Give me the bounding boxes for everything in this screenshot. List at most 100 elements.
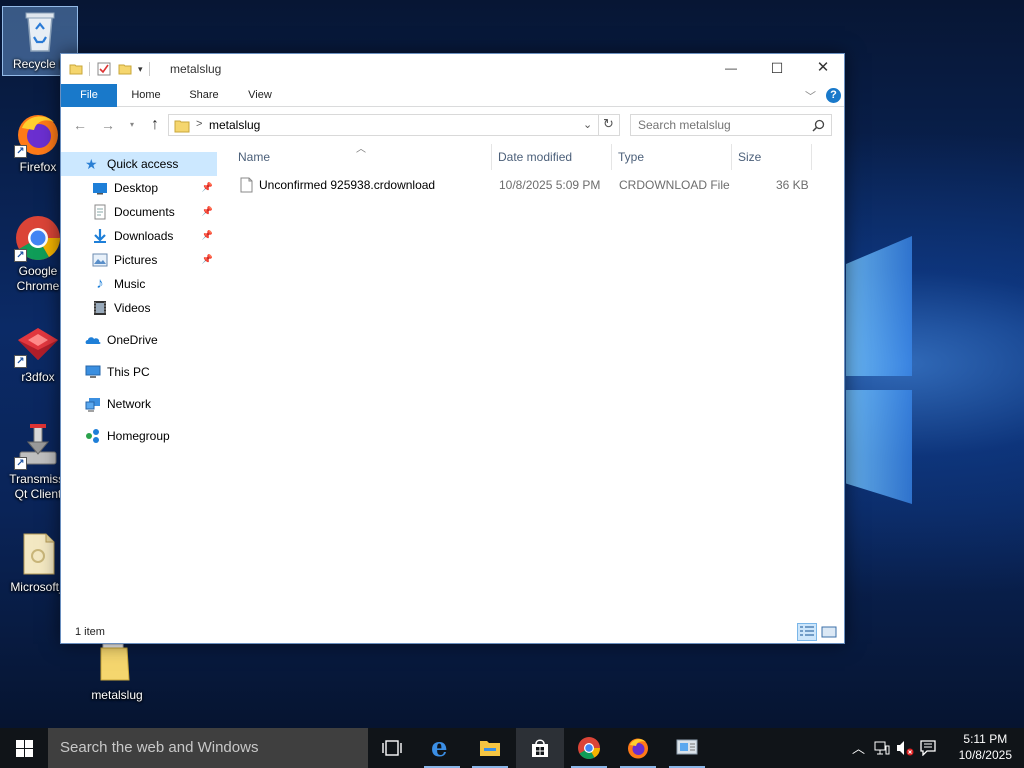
taskbar-app-control-panel[interactable] [663,728,711,768]
onedrive-icon [85,332,101,348]
column-header-date-modified[interactable]: Date modified [492,144,612,170]
clock[interactable]: 5:11 PM 10/8/2025 [959,731,1012,763]
desktop-icon-label: Firefox [19,160,57,174]
properties-icon[interactable] [96,61,112,77]
document-icon [14,530,62,578]
system-tray: ︿ 5:11 PM 10/8/2025 [844,728,1024,768]
pin-icon[interactable]: 📌 [202,254,213,265]
nav-desktop[interactable]: Desktop 📌 [61,176,217,200]
shortcut-arrow-icon: ↗ [14,355,27,368]
column-header-type[interactable]: Type [612,144,732,170]
tab-share[interactable]: Share [181,84,227,107]
file-row[interactable]: Unconfirmed 925938.crdownload 10/8/2025 … [232,174,832,196]
nav-music[interactable]: ♪ Music [61,272,217,296]
search-box[interactable] [630,114,832,136]
nav-item-label: Desktop [114,181,159,195]
taskbar-app-file-explorer[interactable] [466,728,514,768]
taskbar-app-store[interactable] [516,728,564,768]
task-view-button[interactable] [368,728,416,768]
network-icon [85,396,101,412]
expand-ribbon-icon[interactable]: ﹀ [805,88,816,104]
computer-icon [85,364,101,380]
file-icon [240,177,253,193]
breadcrumb-separator[interactable]: > [196,118,202,130]
nav-network[interactable]: Network [61,392,217,416]
pin-icon[interactable]: 📌 [202,206,213,217]
downloads-icon [92,228,108,244]
show-hidden-icons-icon[interactable]: ︿ [852,738,865,757]
clock-date: 10/8/2025 [958,748,1012,762]
nav-onedrive[interactable]: OneDrive [61,328,217,352]
network-status-icon[interactable] [874,740,890,756]
action-center-icon[interactable] [920,740,936,756]
taskbar-app-firefox[interactable] [614,728,662,768]
breadcrumb-current[interactable]: metalslug [209,118,260,132]
r3dfox-icon: ↗ [14,320,62,368]
nav-pictures[interactable]: Pictures 📌 [61,248,217,272]
large-icons-view-icon [821,626,837,638]
column-header-name[interactable]: Name [232,144,492,170]
column-header-size[interactable]: Size [732,144,812,170]
file-name: Unconfirmed 925938.crdownload [259,178,436,192]
nav-downloads[interactable]: Downloads 📌 [61,224,217,248]
close-button[interactable]: ✕ [800,54,846,84]
taskbar-app-edge[interactable]: e [418,728,466,768]
nav-item-label: Quick access [107,157,179,171]
tab-view[interactable]: View [237,84,283,107]
maximize-button[interactable]: ☐ [754,54,800,84]
taskbar-app-chrome[interactable] [565,728,613,768]
taskbar-search-box[interactable]: Search the web and Windows [48,728,368,768]
title-bar[interactable]: ▾ metalslug — ☐ ✕ [61,54,844,84]
recent-locations-button[interactable]: ▾ [123,116,141,134]
minimize-button[interactable]: — [708,54,754,84]
address-bar[interactable]: > metalslug ⌄ ↻ [168,114,620,136]
nav-this-pc[interactable]: This PC [61,360,217,384]
volume-muted-icon[interactable] [896,740,914,756]
nav-homegroup[interactable]: Homegroup [61,424,217,448]
up-button[interactable]: ↑ [146,116,164,134]
back-button[interactable]: ← [71,116,89,134]
firefox-icon: ↗ [14,110,62,158]
refresh-button[interactable]: ↻ [598,114,620,136]
pin-icon[interactable]: 📌 [202,230,213,241]
folder-icon [69,64,83,75]
nav-item-label: Pictures [114,253,158,267]
quick-access-toolbar: ▾ [69,60,150,78]
address-row: ← → ▾ ↑ > metalslug ⌄ ↻ [61,112,844,138]
desktop-icon-metalslug[interactable]: metalslug [79,638,155,703]
forward-button[interactable]: → [99,116,117,134]
tab-file[interactable]: File [61,84,117,107]
clock-time: 5:11 PM [963,732,1008,746]
large-icons-view-button[interactable] [819,623,839,641]
new-folder-icon[interactable] [118,62,132,76]
nav-videos[interactable]: Videos [61,296,217,320]
ribbon-tabs: File Home Share View ﹀ ? [61,84,844,107]
pin-icon[interactable]: 📌 [202,182,213,193]
search-icon [812,119,825,132]
separator [89,62,90,76]
chrome-icon: ↗ [14,214,62,262]
file-type: CRDOWNLOAD File [619,178,730,192]
pictures-icon [92,252,108,268]
wallpaper-logo [846,236,912,376]
search-input[interactable] [638,115,808,135]
nav-item-label: Music [114,277,146,291]
tab-home[interactable]: Home [123,84,169,107]
homegroup-icon [85,428,101,444]
desktop-icon-label: Microsoft_ [10,580,66,594]
refresh-icon: ↻ [603,116,614,131]
window-title: metalslug [170,62,222,76]
details-view-button[interactable] [797,623,817,641]
address-dropdown-icon[interactable]: ⌄ [583,118,592,131]
nav-quick-access[interactable]: ★ Quick access [61,152,217,176]
nav-documents[interactable]: Documents 📌 [61,200,217,224]
folder-icon [93,638,141,686]
customize-toolbar-icon[interactable]: ▾ [138,64,143,75]
desktop-icon-label: Recycle B [12,57,68,71]
help-icon[interactable]: ? [826,88,841,103]
folder-icon [174,120,190,133]
shortcut-arrow-icon: ↗ [14,249,27,262]
windows-logo-icon [16,740,33,757]
nav-item-label: Network [107,397,152,411]
start-button[interactable] [0,728,48,768]
